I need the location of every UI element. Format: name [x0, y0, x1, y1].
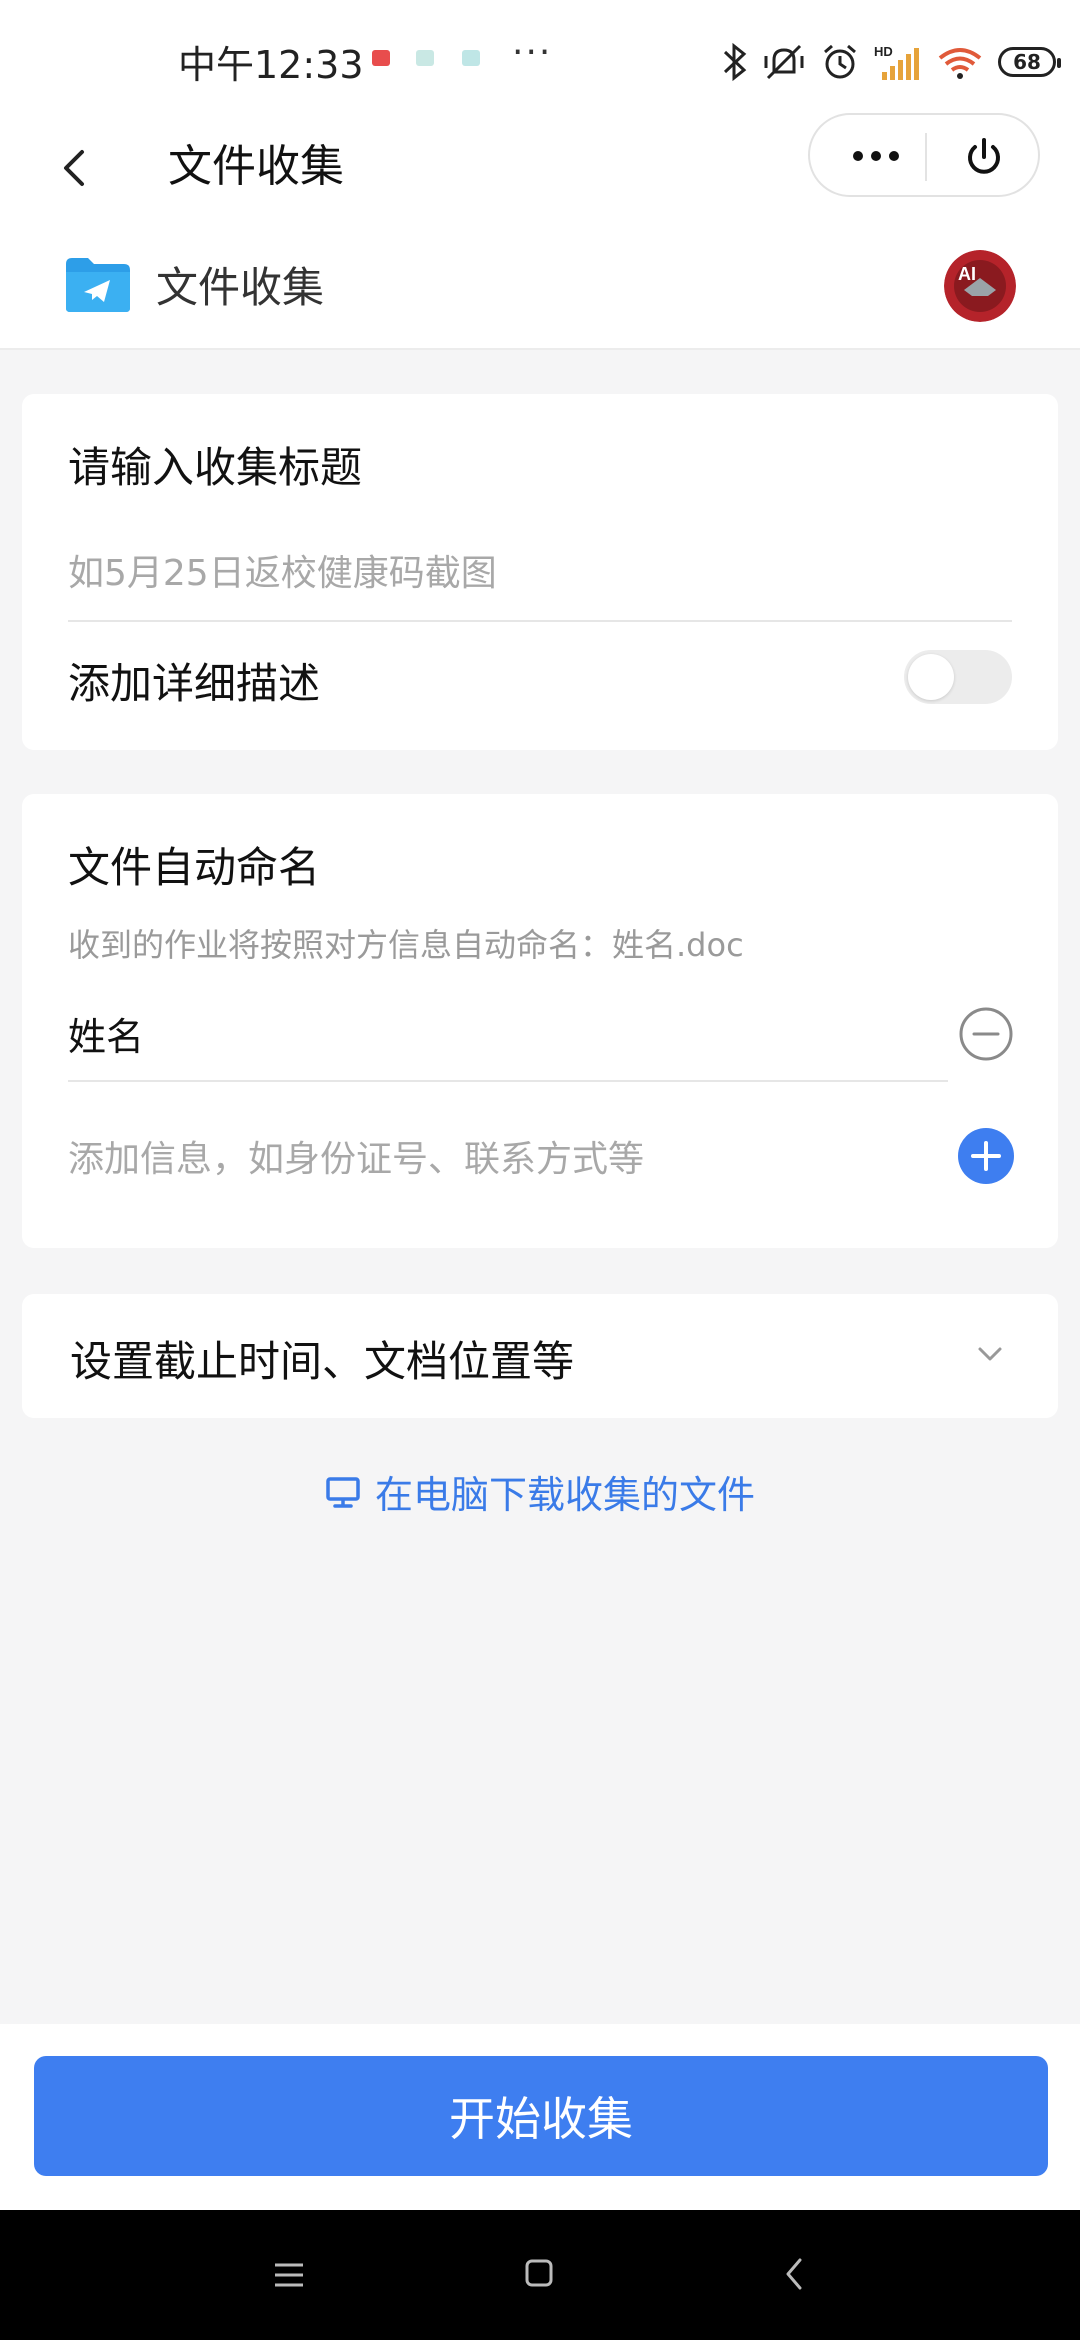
system-navigation-bar [0, 2210, 1080, 2340]
title-label: 请输入收集标题 [68, 443, 363, 492]
auto-naming-heading: 文件自动命名 [68, 843, 321, 892]
chevron-down-icon [972, 1336, 1008, 1372]
bottom-action-area: 开始收集 [0, 2024, 1080, 2210]
avatar-text: AI [958, 264, 976, 284]
app-name: 文件收集 [156, 263, 325, 312]
hd-signal-icon: HD [874, 44, 919, 80]
back-arrow-icon [786, 2258, 802, 2290]
notification-app-icon [372, 50, 390, 66]
advanced-settings-label: 设置截止时间、文档位置等 [70, 1337, 575, 1386]
alarm-icon [824, 44, 856, 79]
folder-send-icon [64, 254, 132, 314]
notification-app-icon [462, 50, 480, 66]
description-label: 添加详细描述 [68, 659, 321, 708]
toggle-knob [908, 654, 954, 700]
add-field-button[interactable] [958, 1128, 1014, 1184]
bluetooth-icon [723, 42, 747, 82]
svg-text:HD: HD [874, 44, 893, 59]
title-divider [68, 620, 1012, 622]
home-square-icon [525, 2259, 553, 2287]
menu-lines-icon [275, 2263, 303, 2287]
app-header: 文件收集 AI [0, 230, 1080, 350]
system-back-button[interactable] [782, 2254, 806, 2294]
capsule-divider [925, 133, 927, 181]
name-field-divider [68, 1080, 948, 1082]
minus-circle-icon [959, 1007, 1013, 1061]
plus-circle-icon [958, 1128, 1014, 1184]
home-button[interactable] [524, 2258, 554, 2288]
power-icon [968, 138, 1000, 174]
auto-naming-hint: 收到的作业将按照对方信息自动命名：姓名.doc [68, 926, 744, 964]
miniprogram-capsule [808, 113, 1040, 197]
status-bar: 中午12:33 ··· HD 68 [0, 0, 1080, 110]
more-button[interactable] [844, 141, 908, 171]
chevron-left-icon [64, 150, 84, 186]
status-icons: HD 68 [722, 32, 1061, 92]
title-input[interactable]: 如5月25日返校健康码截图 [68, 544, 497, 596]
notification-app-icon [416, 50, 434, 66]
close-miniprogram-button[interactable] [962, 135, 1006, 179]
avatar[interactable]: AI [944, 250, 1016, 322]
download-link-text: 在电脑下载收集的文件 [374, 1473, 755, 1517]
wifi-icon [938, 48, 982, 79]
page-title: 文件收集 [168, 141, 344, 192]
back-button[interactable] [52, 132, 112, 202]
navigation-bar: 文件收集 [0, 110, 1080, 230]
start-collecting-button[interactable]: 开始收集 [34, 2056, 1048, 2176]
recents-button[interactable] [272, 2260, 306, 2290]
add-info-input[interactable]: 添加信息，如身份证号、联系方式等 [68, 1130, 644, 1182]
status-time: 中午12:33 [178, 43, 364, 87]
battery-icon: 68 [998, 47, 1061, 77]
download-on-pc-link[interactable]: 在电脑下载收集的文件 [0, 1464, 1080, 1524]
name-field[interactable]: 姓名 [68, 1006, 144, 1061]
description-toggle[interactable] [904, 650, 1012, 704]
collection-title-card: 请输入收集标题 如5月25日返校健康码截图 添加详细描述 [22, 394, 1058, 750]
remove-field-button[interactable] [958, 1006, 1014, 1062]
mute-vibrate-icon [764, 44, 804, 80]
auto-naming-card: 文件自动命名 收到的作业将按照对方信息自动命名：姓名.doc 姓名 添加信息，如… [22, 794, 1058, 1248]
status-overflow-dots: ··· [512, 32, 553, 73]
advanced-settings-row[interactable]: 设置截止时间、文档位置等 [22, 1294, 1058, 1418]
monitor-icon [326, 1476, 360, 1508]
more-dots-icon [853, 151, 899, 161]
